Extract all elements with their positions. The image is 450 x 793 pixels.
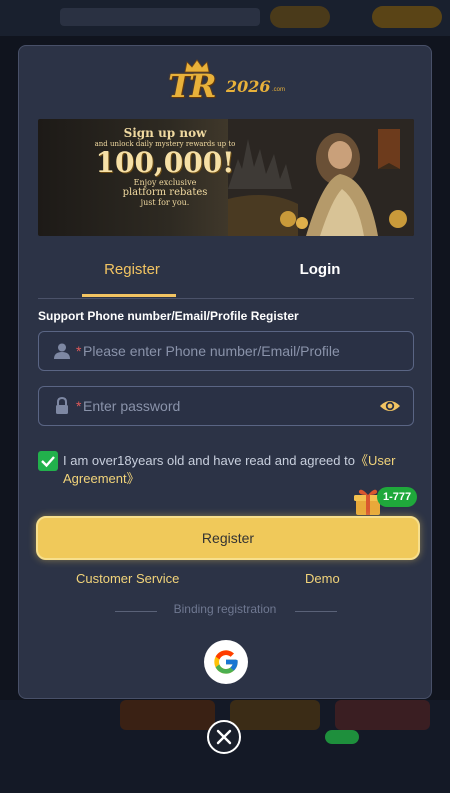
- customer-service-link[interactable]: Customer Service: [76, 571, 179, 586]
- close-icon: [216, 729, 232, 745]
- logo-area: TR 2026 .com: [19, 54, 431, 108]
- register-button[interactable]: Register: [36, 516, 420, 560]
- binding-registration-label: Binding registration: [173, 602, 277, 616]
- close-modal-button[interactable]: [207, 720, 241, 754]
- account-field[interactable]: *: [38, 331, 414, 371]
- promo-banner[interactable]: Sign up now and unlock daily mystery rew…: [38, 119, 414, 236]
- support-label: Support Phone number/Email/Profile Regis…: [38, 309, 299, 323]
- background-blurred-element: [60, 8, 260, 26]
- google-icon: [214, 650, 238, 674]
- required-mark: *: [76, 398, 82, 414]
- account-input[interactable]: [83, 332, 373, 370]
- lock-icon: [56, 397, 68, 414]
- banner-headline: Sign up now: [123, 126, 207, 140]
- user-icon: [54, 343, 70, 359]
- background-badge: [325, 730, 359, 744]
- password-input[interactable]: [83, 387, 373, 425]
- banner-rebate-line2: platform rebates: [122, 187, 208, 198]
- secondary-links: Customer Service Demo: [19, 571, 431, 589]
- agreement-text: I am over18years old and have read and a…: [63, 452, 413, 488]
- divider-line: [295, 611, 337, 612]
- agreement-checkbox[interactable]: [38, 451, 58, 471]
- check-icon: [41, 456, 55, 468]
- promo-badge[interactable]: 1-777: [377, 487, 418, 507]
- auth-tabs: Register Login: [38, 258, 414, 299]
- banner-artwork: [228, 119, 414, 236]
- password-field[interactable]: *: [38, 386, 414, 426]
- background-game-card: [120, 700, 215, 730]
- agreement-statement: I am over18years old and have read and a…: [63, 453, 355, 468]
- brand-logo: TR 2026 .com: [160, 57, 290, 105]
- background-blurred-element: [270, 6, 330, 28]
- google-login-button[interactable]: [204, 640, 248, 684]
- eye-icon[interactable]: [379, 397, 401, 415]
- background-game-card: [230, 700, 320, 730]
- register-modal: TR 2026 .com Sign up now and unlock dail…: [18, 45, 432, 699]
- banner-copy: Sign up now and unlock daily mystery rew…: [90, 126, 240, 208]
- active-tab-indicator: [82, 294, 176, 297]
- demo-link[interactable]: Demo: [305, 571, 340, 586]
- background-blurred-element: [372, 6, 442, 28]
- tab-login[interactable]: Login: [226, 258, 414, 298]
- logo-text: TR: [168, 67, 216, 105]
- banner-rebate-line1: Enjoy exclusive: [133, 178, 197, 187]
- background-game-card: [335, 700, 430, 730]
- logo-suffix: .com: [272, 87, 286, 93]
- required-mark: *: [76, 343, 82, 359]
- banner-amount: 100,000!: [95, 146, 235, 179]
- logo-year: 2026: [226, 77, 271, 96]
- tab-register[interactable]: Register: [38, 258, 226, 298]
- banner-rebate-line3: just for you.: [140, 198, 190, 207]
